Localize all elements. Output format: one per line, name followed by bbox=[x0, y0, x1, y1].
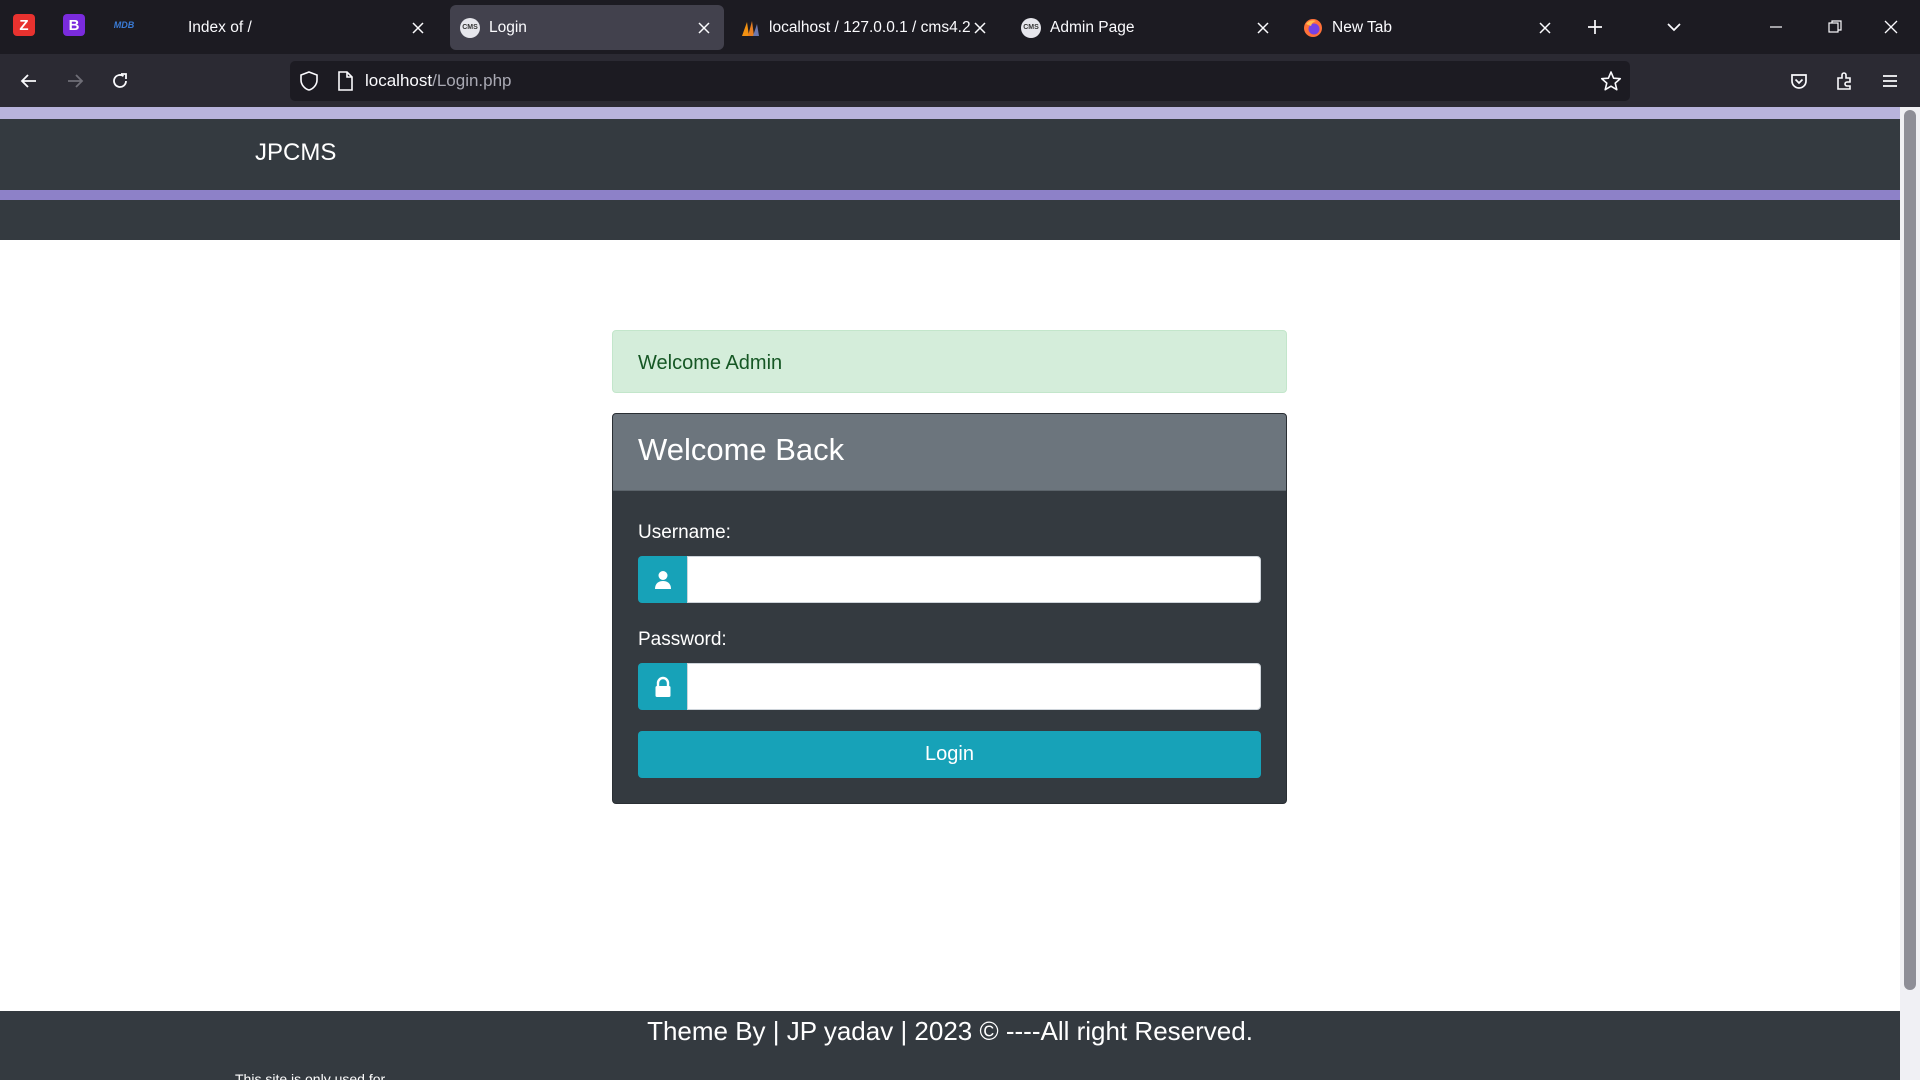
password-input-group bbox=[638, 663, 1261, 710]
pinned-tab-b[interactable]: B bbox=[63, 14, 85, 36]
footer-disclaimer: This site is only used for ... bbox=[235, 1071, 401, 1080]
restore-window-icon[interactable] bbox=[1820, 12, 1850, 42]
tab-label: Login bbox=[489, 18, 527, 36]
forward-arrow-icon[interactable] bbox=[58, 64, 92, 98]
shield-icon[interactable] bbox=[298, 70, 320, 96]
bookmark-star-icon[interactable] bbox=[1600, 70, 1622, 96]
tab-new-tab[interactable]: New Tab bbox=[1293, 5, 1565, 50]
password-input[interactable] bbox=[687, 663, 1261, 710]
tab-login[interactable]: CMS Login bbox=[450, 5, 724, 50]
pinned-tab-mdb[interactable]: MDB bbox=[110, 14, 138, 36]
tab-label: Admin Page bbox=[1050, 18, 1135, 36]
page-scrollbar-thumb[interactable] bbox=[1904, 110, 1916, 990]
url-text[interactable]: localhost/Login.php bbox=[365, 71, 512, 91]
tab-phpmyadmin[interactable]: localhost / 127.0.0.1 / cms4.2.1 / bbox=[730, 5, 1000, 50]
pocket-icon[interactable] bbox=[1782, 64, 1816, 98]
lock-icon bbox=[638, 663, 687, 710]
browser-tab-strip: Z B MDB Index of / CMS Login localhost /… bbox=[0, 0, 1920, 54]
back-arrow-icon[interactable] bbox=[12, 64, 46, 98]
menu-hamburger-icon[interactable] bbox=[1873, 64, 1907, 98]
page-document-icon[interactable] bbox=[336, 71, 354, 95]
site-brand[interactable]: JPCMS bbox=[255, 139, 336, 167]
pinned-tab-z-label: Z bbox=[19, 16, 29, 34]
site-subheader bbox=[0, 200, 1900, 240]
close-tab-icon[interactable] bbox=[1253, 18, 1273, 38]
login-button[interactable]: Login bbox=[638, 731, 1261, 778]
site-header: JPCMS bbox=[0, 119, 1900, 190]
tab-index-of[interactable]: Index of / bbox=[166, 5, 438, 50]
site-footer: Theme By | JP yadav | 2023 © ----All rig… bbox=[0, 1011, 1900, 1080]
url-host: localhost bbox=[365, 71, 433, 90]
tab-label: localhost / 127.0.0.1 / cms4.2.1 / bbox=[769, 18, 970, 36]
login-card: Welcome Back Username: Password: Login bbox=[612, 413, 1287, 804]
pinned-tab-mdb-label: MDB bbox=[113, 20, 135, 30]
close-tab-icon[interactable] bbox=[970, 18, 990, 38]
list-all-tabs-chevron-down-icon[interactable] bbox=[1659, 12, 1689, 42]
username-input[interactable] bbox=[687, 556, 1261, 603]
url-path: /Login.php bbox=[432, 71, 512, 90]
user-icon bbox=[638, 556, 687, 603]
close-window-icon[interactable] bbox=[1876, 12, 1906, 42]
new-tab-plus-icon[interactable] bbox=[1580, 12, 1610, 42]
close-tab-icon[interactable] bbox=[694, 18, 714, 38]
phpmyadmin-icon bbox=[740, 18, 760, 38]
firefox-icon bbox=[1303, 18, 1323, 38]
close-tab-icon[interactable] bbox=[408, 18, 428, 38]
login-card-header: Welcome Back bbox=[613, 414, 1286, 491]
minimize-window-icon[interactable] bbox=[1761, 12, 1791, 42]
page-viewport: JPCMS Welcome Admin Welcome Back Usernam… bbox=[0, 107, 1900, 1080]
success-alert: Welcome Admin bbox=[612, 330, 1287, 393]
browser-nav-bar: localhost/Login.php bbox=[0, 54, 1920, 107]
tab-admin-page[interactable]: CMS Admin Page bbox=[1011, 5, 1283, 50]
tab-label: New Tab bbox=[1332, 18, 1393, 36]
cms-favicon-icon: CMS bbox=[460, 17, 480, 38]
tab-label: Index of / bbox=[188, 18, 252, 36]
footer-credit: Theme By | JP yadav | 2023 © ----All rig… bbox=[647, 1016, 1253, 1046]
pinned-tab-b-label: B bbox=[68, 16, 80, 34]
address-bar[interactable]: localhost/Login.php bbox=[290, 61, 1630, 101]
extensions-puzzle-icon[interactable] bbox=[1828, 64, 1862, 98]
pinned-tab-z[interactable]: Z bbox=[13, 14, 35, 36]
close-tab-icon[interactable] bbox=[1535, 18, 1555, 38]
login-card-title: Welcome Back bbox=[638, 432, 845, 467]
header-top-strip bbox=[0, 107, 1900, 119]
reload-icon[interactable] bbox=[103, 64, 137, 98]
password-label: Password: bbox=[638, 629, 727, 650]
header-accent-strip bbox=[0, 190, 1900, 200]
cms-favicon-icon: CMS bbox=[1021, 17, 1041, 38]
username-label: Username: bbox=[638, 522, 731, 543]
username-input-group bbox=[638, 556, 1261, 603]
